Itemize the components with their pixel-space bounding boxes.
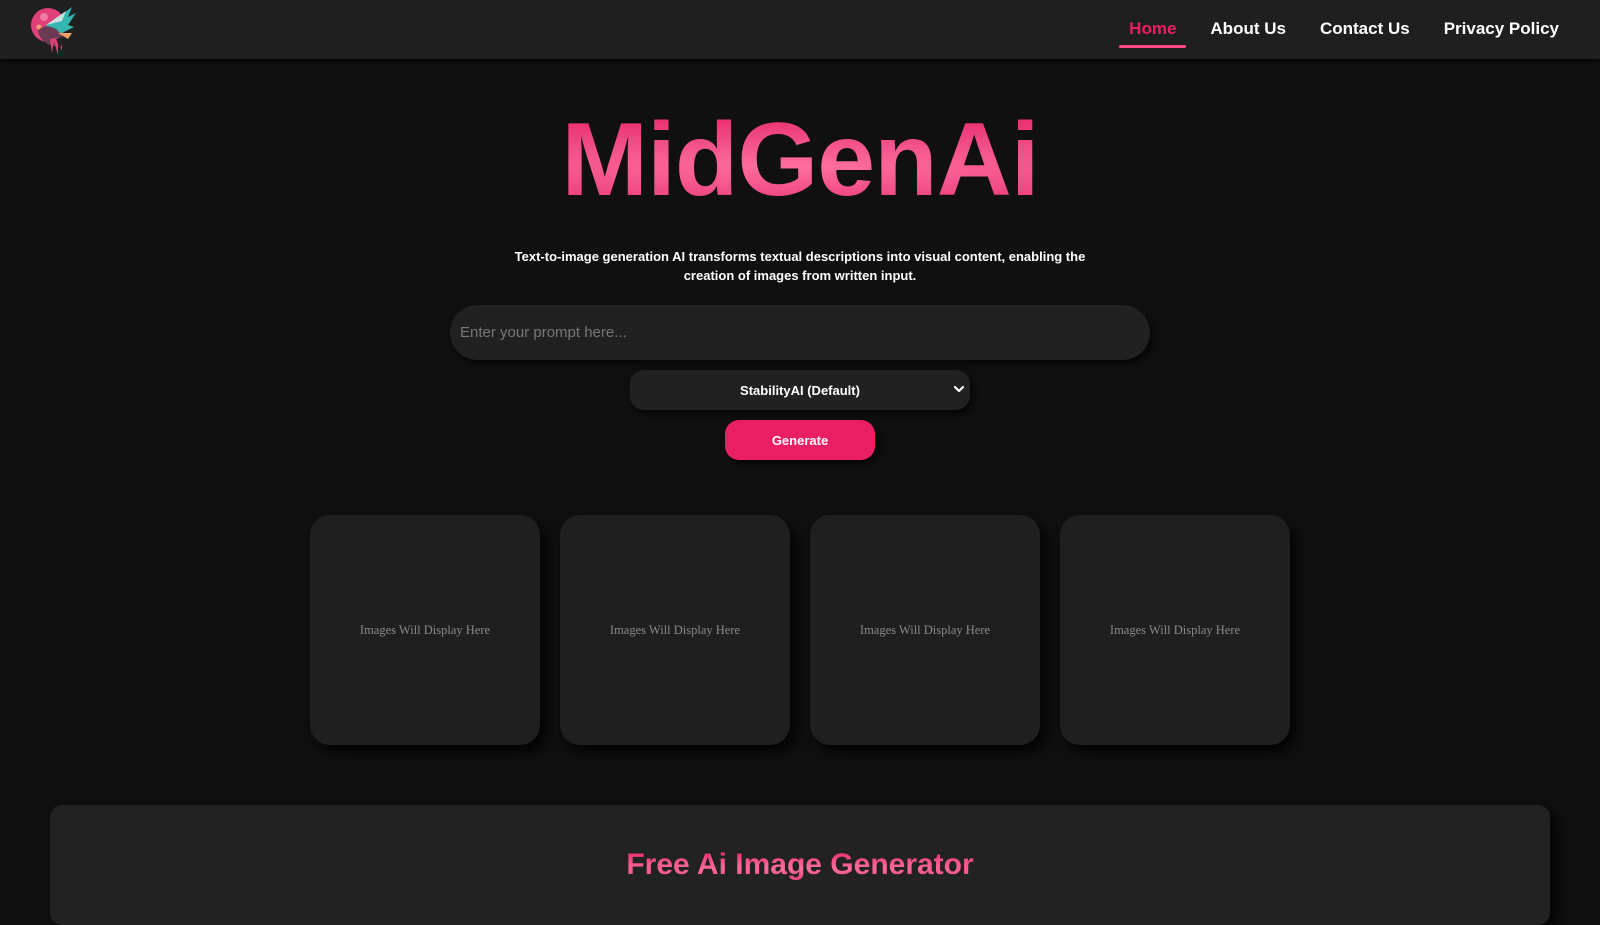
generate-button[interactable]: Generate	[725, 420, 875, 460]
nav-link-contact-us[interactable]: Contact Us	[1303, 0, 1427, 59]
model-select[interactable]: StabilityAI (Default)	[630, 370, 970, 410]
main-nav: Home About Us Contact Us Privacy Policy	[1112, 0, 1576, 59]
prompt-input[interactable]	[450, 305, 1150, 360]
image-card: Images Will Display Here	[310, 515, 540, 745]
info-section: Free Ai Image Generator	[50, 805, 1550, 925]
model-select-value: StabilityAI (Default)	[740, 382, 860, 398]
info-section-title: Free Ai Image Generator	[50, 848, 1550, 882]
image-gallery: Images Will Display Here Images Will Dis…	[310, 515, 1290, 745]
nav-link-privacy-policy[interactable]: Privacy Policy	[1427, 0, 1576, 59]
navbar: Home About Us Contact Us Privacy Policy	[0, 0, 1600, 59]
image-placeholder-text: Images Will Display Here	[359, 622, 491, 637]
logo[interactable]	[28, 3, 78, 57]
chevron-down-icon	[953, 385, 965, 393]
image-placeholder-text: Images Will Display Here	[1109, 622, 1241, 637]
hero-title: MidGenAi	[0, 98, 1600, 222]
image-card: Images Will Display Here	[810, 515, 1040, 745]
image-card: Images Will Display Here	[560, 515, 790, 745]
nav-link-home[interactable]: Home	[1112, 0, 1193, 59]
hero-description: Text-to-image generation AI transforms t…	[514, 249, 1086, 283]
nav-link-about-us[interactable]: About Us	[1193, 0, 1303, 59]
image-placeholder-text: Images Will Display Here	[609, 622, 741, 637]
image-card: Images Will Display Here	[1060, 515, 1290, 745]
phoenix-bird-head-icon	[31, 7, 76, 55]
image-placeholder-text: Images Will Display Here	[859, 622, 991, 637]
